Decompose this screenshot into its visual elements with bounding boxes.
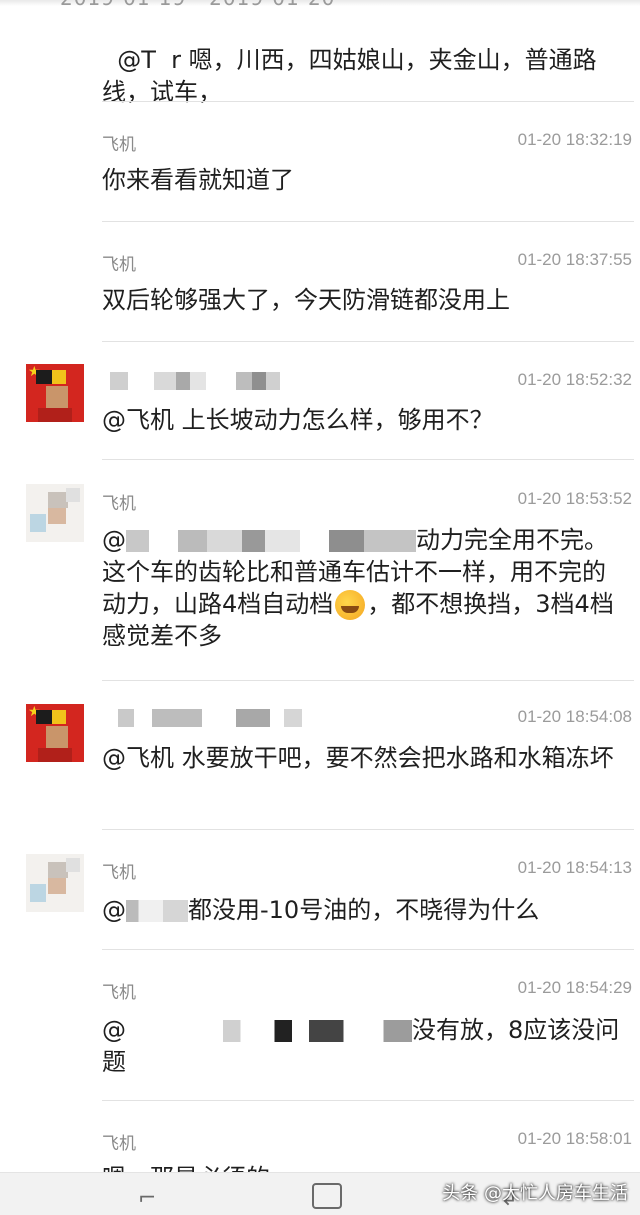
message-text: @飞机 上长坡动力怎么样，够用不？: [102, 406, 494, 434]
sender-name: 飞机: [102, 255, 136, 275]
message-time: 01-20 18:37:55: [517, 250, 632, 269]
message-time: 01-20 18:54:13: [517, 858, 632, 877]
blurred-name: [110, 372, 280, 390]
message-text: @ 动力完全用不完。 这个车的齿轮比和普通车估计不一样，用不完的动力，山路4档自动…: [102, 526, 614, 650]
message-time: 01-20 18:53:52: [517, 489, 632, 508]
user-avatar[interactable]: ★: [26, 704, 84, 762]
user-avatar[interactable]: [26, 484, 84, 542]
divider: [102, 101, 634, 102]
sender-name: 飞机: [102, 983, 136, 1003]
divider: [102, 341, 634, 342]
home-icon[interactable]: [312, 1183, 342, 1209]
message-time: 01-20 18:58:01: [517, 1129, 632, 1148]
message-text: 双后轮够强大了，今天防滑链都没用上: [102, 286, 510, 314]
divider: [102, 829, 634, 830]
message-text: @T r 嗯，川西，四姑娘山，夹金山，普通路线，试车，: [102, 46, 597, 106]
divider: [102, 459, 634, 460]
sender-name: 飞机: [102, 494, 136, 514]
message-time: 01-20 18:54:08: [517, 707, 632, 726]
message-time: 01-20 18:54:29: [517, 978, 632, 997]
divider: [102, 949, 634, 950]
system-nav-bar: ⌐ ↲ 头条 @大忙人房车生活: [0, 1172, 640, 1215]
laughing-crying-emoji-icon: [335, 590, 366, 620]
user-avatar[interactable]: [26, 854, 84, 912]
sender-name: 飞机: [102, 863, 136, 883]
watermark: 头条 @大忙人房车生活: [442, 1183, 628, 1204]
message-time: 01-20 18:32:19: [517, 130, 632, 149]
blurred-name: [118, 709, 302, 727]
message-time: 01-20 18:52:32: [517, 370, 632, 389]
divider: [102, 1100, 634, 1101]
divider: [102, 221, 634, 222]
back-icon[interactable]: ⌐: [138, 1186, 156, 1211]
message-text: @飞机 水要放干吧，要不然会把水路和水箱冻坏: [102, 744, 614, 772]
sender-name: 飞机: [102, 135, 136, 155]
message-text: @ 都没用-10号油的，不晓得为什么: [102, 896, 540, 924]
sender-name: 飞机: [102, 1134, 136, 1154]
message-text: @ 没有放，8应该没问题: [102, 1016, 620, 1076]
message-text: 你来看看就知道了: [102, 166, 294, 194]
date-range-clipped: 2019-01-19 - 2019-01-20: [60, 0, 335, 10]
user-avatar[interactable]: ★: [26, 364, 84, 422]
divider: [102, 680, 634, 681]
